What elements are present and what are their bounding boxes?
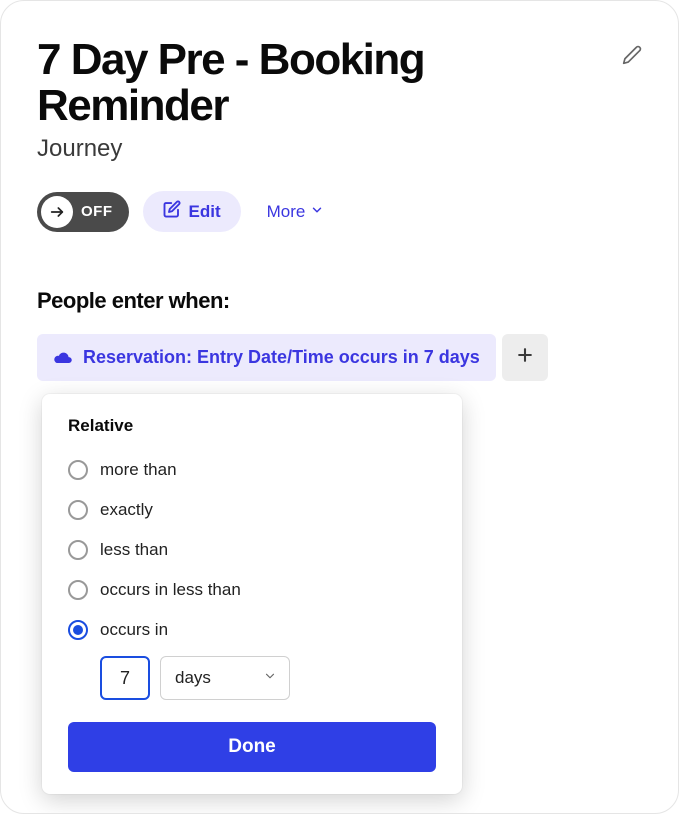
chevron-down-icon: [310, 202, 324, 222]
radio-more-than[interactable]: more than: [68, 450, 436, 490]
controls-row: OFF Edit More: [37, 191, 642, 232]
duration-unit-select[interactable]: days: [160, 656, 290, 700]
radio-icon: [68, 460, 88, 480]
plus-icon: [515, 345, 535, 370]
radio-label: more than: [100, 460, 177, 480]
more-dropdown[interactable]: More: [267, 202, 325, 222]
radio-label: less than: [100, 540, 168, 560]
page-subtitle: Journey: [37, 135, 642, 163]
radio-occurs-in-less-than[interactable]: occurs in less than: [68, 570, 436, 610]
radio-icon: [68, 500, 88, 520]
pencil-icon[interactable]: [622, 45, 642, 70]
popover-title: Relative: [68, 416, 436, 436]
edit-icon: [163, 200, 181, 223]
radio-less-than[interactable]: less than: [68, 530, 436, 570]
toggle-knob: [41, 196, 73, 228]
condition-row: Reservation: Entry Date/Time occurs in 7…: [37, 334, 642, 381]
duration-value-input[interactable]: [100, 656, 150, 700]
status-toggle[interactable]: OFF: [37, 192, 129, 232]
add-condition-button[interactable]: [502, 334, 548, 381]
journey-card: 7 Day Pre - Booking Reminder Journey OFF…: [0, 0, 679, 814]
value-row: days: [100, 656, 436, 700]
toggle-label: OFF: [81, 203, 113, 220]
page-title: 7 Day Pre - Booking Reminder: [37, 37, 577, 129]
unit-label: days: [175, 668, 211, 688]
condition-text: Reservation: Entry Date/Time occurs in 7…: [83, 347, 480, 368]
radio-label: occurs in less than: [100, 580, 241, 600]
radio-label: exactly: [100, 500, 153, 520]
edit-button[interactable]: Edit: [143, 191, 241, 232]
radio-label: occurs in: [100, 620, 168, 640]
edit-button-label: Edit: [189, 202, 221, 222]
enter-section-title: People enter when:: [37, 288, 642, 314]
relative-popover: Relative more than exactly less than occ…: [42, 394, 462, 794]
radio-icon: [68, 620, 88, 640]
radio-exactly[interactable]: exactly: [68, 490, 436, 530]
cloud-icon: [53, 351, 73, 365]
condition-chip[interactable]: Reservation: Entry Date/Time occurs in 7…: [37, 334, 496, 381]
header-row: 7 Day Pre - Booking Reminder: [37, 37, 642, 129]
radio-icon: [68, 540, 88, 560]
radio-occurs-in[interactable]: occurs in: [68, 610, 436, 650]
radio-icon: [68, 580, 88, 600]
chevron-down-icon: [263, 668, 277, 688]
more-label: More: [267, 202, 306, 222]
done-button[interactable]: Done: [68, 722, 436, 772]
